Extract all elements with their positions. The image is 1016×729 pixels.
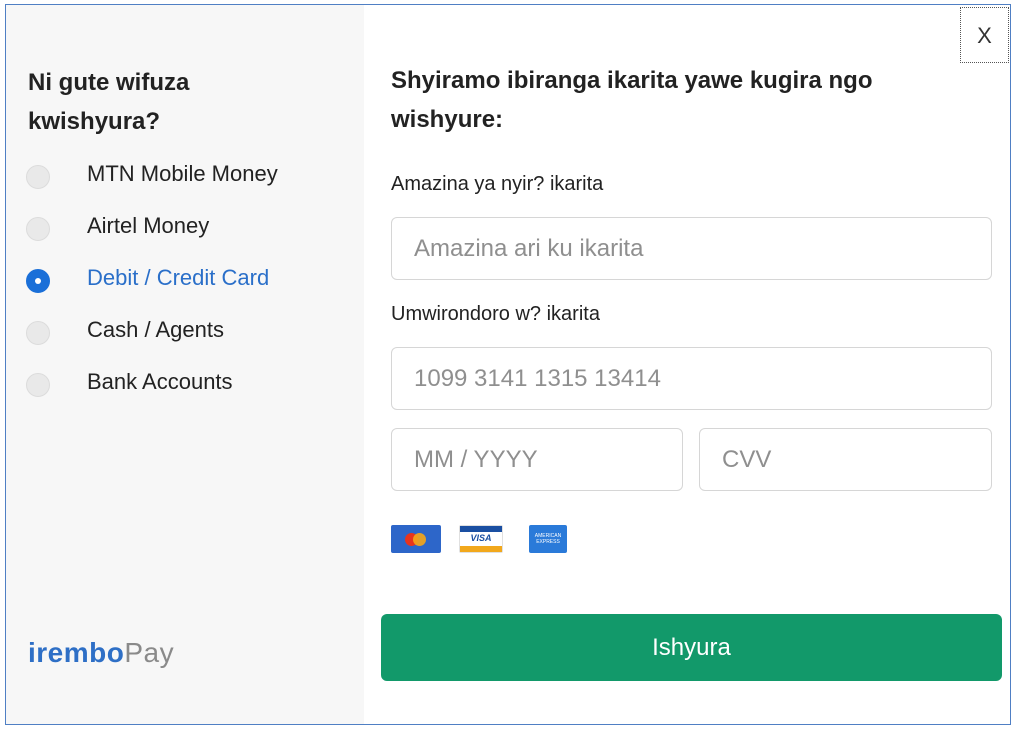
irembo-pay-logo: iremboPay bbox=[28, 637, 174, 669]
payment-method-debit-credit-card[interactable]: Debit / Credit Card bbox=[26, 259, 326, 311]
amex-text: AMERICAN EXPRESS bbox=[534, 533, 562, 545]
logo-brand: irembo bbox=[28, 637, 125, 668]
payment-method-mtn-mobile-money[interactable]: MTN Mobile Money bbox=[26, 155, 326, 207]
payment-method-title: Ni gute wifuza kwishyura? bbox=[28, 69, 190, 135]
radio-button[interactable] bbox=[26, 373, 50, 397]
visa-text: VISA bbox=[470, 533, 492, 543]
payment-method-label: Cash / Agents bbox=[87, 317, 224, 342]
payment-method-label: Bank Accounts bbox=[87, 369, 233, 394]
logo-suffix: Pay bbox=[124, 637, 175, 668]
pay-button[interactable]: Ishyura bbox=[381, 614, 1002, 681]
payment-method-list: MTN Mobile Money Airtel Money Debit / Cr… bbox=[26, 155, 326, 415]
cardholder-name-label: Amazina ya nyir? ikarita bbox=[391, 173, 604, 195]
cardholder-name-input[interactable] bbox=[391, 217, 992, 280]
visa-icon: VISA bbox=[459, 525, 503, 553]
payment-method-label: Debit / Credit Card bbox=[87, 265, 270, 290]
payment-method-bank-accounts[interactable]: Bank Accounts bbox=[26, 363, 326, 415]
expiry-date-input[interactable] bbox=[391, 428, 683, 491]
payment-modal: Ni gute wifuza kwishyura? MTN Mobile Mon… bbox=[5, 4, 1011, 725]
radio-button[interactable] bbox=[26, 165, 50, 189]
payment-method-label: MTN Mobile Money bbox=[87, 161, 278, 186]
payment-method-sidebar: Ni gute wifuza kwishyura? MTN Mobile Mon… bbox=[6, 5, 364, 724]
payment-method-cash-agents[interactable]: Cash / Agents bbox=[26, 311, 326, 363]
card-form-title: Shyiramo ibiranga ikarita yawe kugira ng… bbox=[391, 67, 873, 133]
payment-method-label: Airtel Money bbox=[87, 213, 210, 238]
cvv-input[interactable] bbox=[699, 428, 992, 491]
payment-method-airtel-money[interactable]: Airtel Money bbox=[26, 207, 326, 259]
mastercard-icon bbox=[391, 525, 441, 553]
close-button[interactable]: X bbox=[960, 7, 1009, 63]
radio-button-selected[interactable] bbox=[26, 269, 50, 293]
radio-button[interactable] bbox=[26, 321, 50, 345]
radio-button[interactable] bbox=[26, 217, 50, 241]
card-number-label: Umwirondoro w? ikarita bbox=[391, 303, 600, 325]
card-number-input[interactable] bbox=[391, 347, 992, 410]
amex-icon: AMERICAN EXPRESS bbox=[529, 525, 567, 553]
